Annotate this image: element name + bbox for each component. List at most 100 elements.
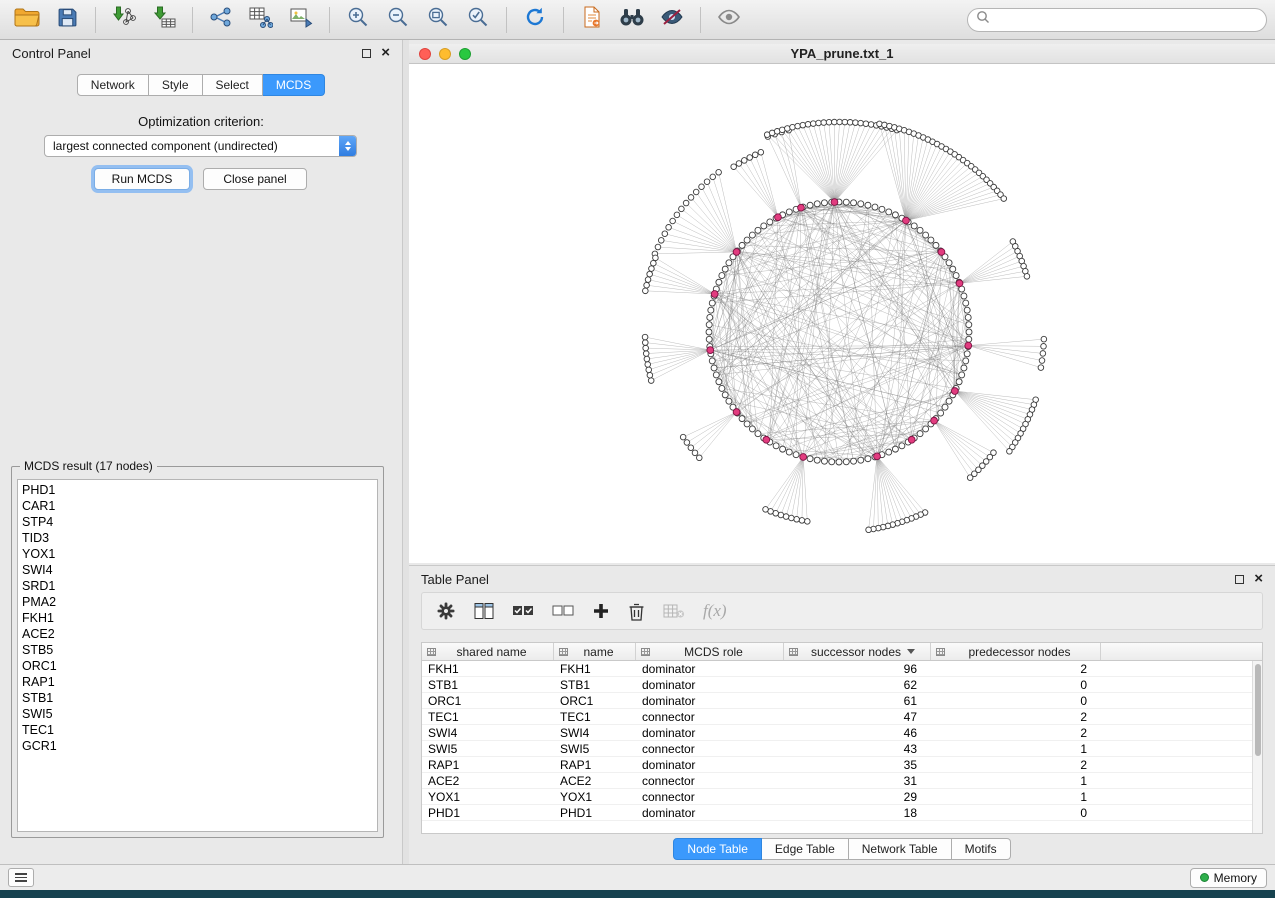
column-header-shared-name[interactable]: shared name	[422, 643, 554, 660]
table-row[interactable]: SWI5SWI5connector431	[422, 741, 1252, 757]
zoom-fit-button[interactable]	[419, 4, 457, 36]
show-graphics-details-button[interactable]	[710, 4, 748, 36]
network-window-titlebar[interactable]: YPA_prune.txt_1	[409, 44, 1275, 64]
mcds-result-item[interactable]: SWI4	[22, 562, 373, 578]
table-row[interactable]: TEC1TEC1connector472	[422, 709, 1252, 725]
column-header-predecessor-nodes[interactable]: predecessor nodes	[931, 643, 1101, 660]
function-builder-button: f(x)	[703, 601, 727, 621]
mcds-result-item[interactable]: TEC1	[22, 722, 373, 738]
mcds-result-item[interactable]: PMA2	[22, 594, 373, 610]
mcds-result-item[interactable]: RAP1	[22, 674, 373, 690]
close-panel-button[interactable]: Close panel	[203, 168, 307, 190]
toolbar-separator	[700, 7, 701, 33]
zoom-out-button[interactable]	[379, 4, 417, 36]
table-cell: 2	[931, 757, 1101, 772]
zoom-in-button[interactable]	[339, 4, 377, 36]
refresh-view-button[interactable]	[516, 4, 554, 36]
dropdown-stepper-icon	[339, 136, 356, 156]
table-cell: ORC1	[422, 693, 554, 708]
table-body[interactable]: FKH1FKH1dominator962STB1STB1dominator620…	[422, 661, 1252, 833]
save-session-button[interactable]	[48, 4, 86, 36]
sort-indicator-icon	[907, 649, 915, 654]
network-graph[interactable]	[409, 64, 1275, 563]
table-row[interactable]: ACE2ACE2connector311	[422, 773, 1252, 789]
table-row[interactable]: FKH1FKH1dominator962	[422, 661, 1252, 677]
import-network-from-file-button[interactable]	[105, 4, 143, 36]
run-mcds-button[interactable]: Run MCDS	[94, 168, 190, 190]
memory-button[interactable]: Memory	[1190, 868, 1267, 888]
export-report-button[interactable]	[573, 4, 611, 36]
table-cell: 2	[931, 725, 1101, 740]
tab-style[interactable]: Style	[149, 74, 203, 96]
tab-node-table[interactable]: Node Table	[673, 838, 762, 860]
table-cell: 29	[784, 789, 931, 804]
table-scrollbar[interactable]	[1252, 661, 1262, 833]
mcds-result-item[interactable]: ORC1	[22, 658, 373, 674]
float-panel-icon[interactable]	[362, 49, 371, 58]
column-type-icon	[789, 648, 798, 656]
import-table-disabled-button	[663, 603, 685, 619]
table-row[interactable]: ORC1ORC1dominator610	[422, 693, 1252, 709]
mcds-result-item[interactable]: SRD1	[22, 578, 373, 594]
mcds-result-item[interactable]: FKH1	[22, 610, 373, 626]
tab-edge-table[interactable]: Edge Table	[762, 838, 849, 860]
scrollbar-thumb[interactable]	[1255, 664, 1261, 756]
table-row[interactable]: STB1STB1dominator620	[422, 677, 1252, 693]
tab-network[interactable]: Network	[77, 74, 149, 96]
table-row[interactable]: YOX1YOX1connector291	[422, 789, 1252, 805]
global-search-field[interactable]	[967, 8, 1267, 32]
table-cell: dominator	[636, 725, 784, 740]
search-input[interactable]	[995, 13, 1258, 27]
table-cell: 31	[784, 773, 931, 788]
hide-graphics-details-button[interactable]	[653, 4, 691, 36]
table-cell: 1	[931, 773, 1101, 788]
main-toolbar	[0, 0, 1275, 40]
float-panel-icon[interactable]	[1235, 575, 1244, 584]
select-all-button[interactable]	[512, 603, 534, 619]
network-view-window: YPA_prune.txt_1	[409, 44, 1275, 563]
network-from-image-button[interactable]	[282, 4, 320, 36]
tab-network-table[interactable]: Network Table	[849, 838, 952, 860]
mcds-result-item[interactable]: STP4	[22, 514, 373, 530]
panel-menu-button[interactable]	[8, 868, 34, 887]
mcds-result-list[interactable]: PHD1CAR1STP4TID3YOX1SWI4SRD1PMA2FKH1ACE2…	[17, 479, 378, 832]
close-panel-icon[interactable]: ×	[381, 48, 390, 58]
mcds-result-item[interactable]: STB5	[22, 642, 373, 658]
table-row[interactable]: RAP1RAP1dominator352	[422, 757, 1252, 773]
network-from-table-icon	[249, 6, 273, 33]
criterion-dropdown[interactable]: largest connected component (undirected)	[44, 135, 357, 157]
network-from-table-button[interactable]	[242, 4, 280, 36]
close-panel-icon[interactable]: ×	[1254, 574, 1263, 584]
mcds-result-item[interactable]: PHD1	[22, 482, 373, 498]
tab-select[interactable]: Select	[203, 74, 263, 96]
show-columns-button[interactable]	[474, 602, 494, 620]
column-header-MCDS-role[interactable]: MCDS role	[636, 643, 784, 660]
column-header-successor-nodes[interactable]: successor nodes	[784, 643, 931, 660]
table-cell: dominator	[636, 805, 784, 820]
create-column-button[interactable]	[592, 602, 610, 620]
table-row[interactable]: SWI4SWI4dominator462	[422, 725, 1252, 741]
mcds-result-item[interactable]: ACE2	[22, 626, 373, 642]
table-cell: dominator	[636, 677, 784, 692]
mcds-result-item[interactable]: YOX1	[22, 546, 373, 562]
column-header-name[interactable]: name	[554, 643, 636, 660]
mcds-result-item[interactable]: GCR1	[22, 738, 373, 754]
tab-motifs[interactable]: Motifs	[952, 838, 1011, 860]
table-row[interactable]: PHD1PHD1dominator180	[422, 805, 1252, 821]
table-cell: ACE2	[422, 773, 554, 788]
import-table-from-file-button[interactable]	[145, 4, 183, 36]
mcds-result-item[interactable]: SWI5	[22, 706, 373, 722]
tab-mcds[interactable]: MCDS	[263, 74, 325, 96]
mcds-result-item[interactable]: TID3	[22, 530, 373, 546]
open-session-button[interactable]	[8, 4, 46, 36]
deselect-all-button[interactable]	[552, 603, 574, 619]
mcds-result-item[interactable]: CAR1	[22, 498, 373, 514]
new-network-button[interactable]	[202, 4, 240, 36]
mcds-result-item[interactable]: STB1	[22, 690, 373, 706]
delete-column-button[interactable]	[628, 602, 645, 621]
control-panel-header: Control Panel ×	[0, 40, 402, 66]
search-network-button[interactable]	[613, 4, 651, 36]
table-settings-button[interactable]	[436, 601, 456, 621]
column-type-icon	[936, 648, 945, 656]
zoom-selected-button[interactable]	[459, 4, 497, 36]
